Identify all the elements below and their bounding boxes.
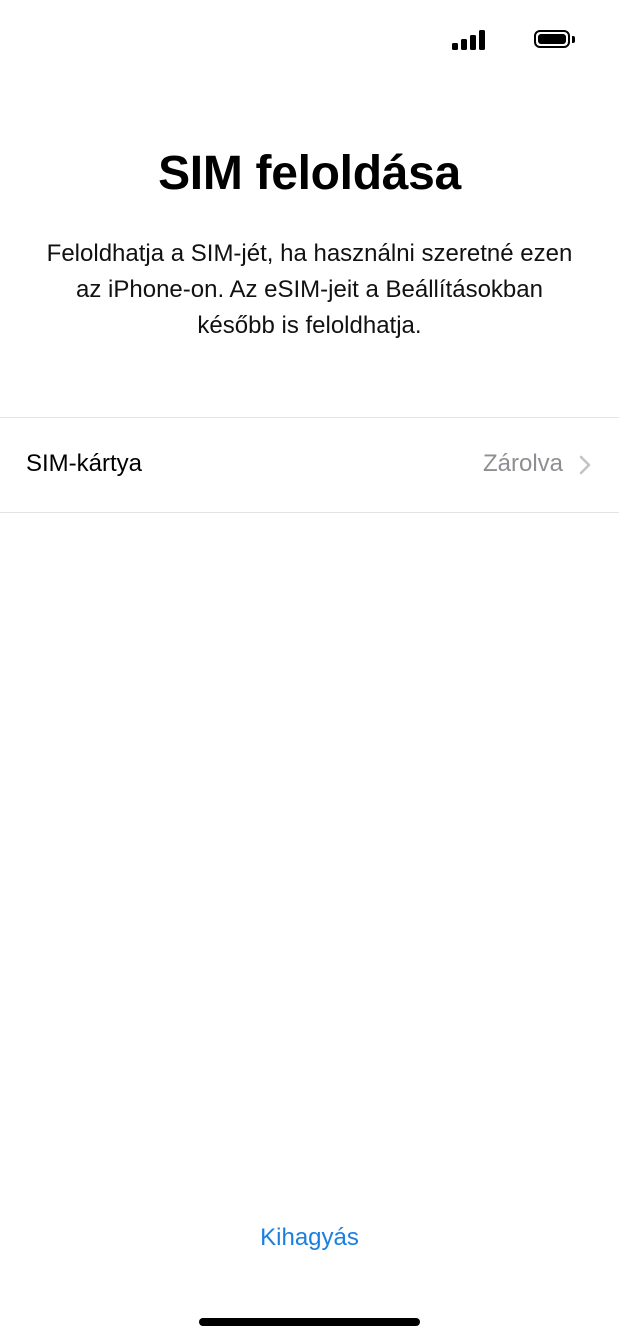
sim-card-row[interactable]: SIM-kártya Zárolva — [0, 418, 619, 512]
home-indicator[interactable] — [199, 1318, 420, 1326]
sim-status-value: Zárolva — [482, 450, 563, 477]
divider-bottom — [0, 512, 619, 513]
chevron-right-icon — [579, 455, 591, 475]
page-title: SIM feloldása — [158, 147, 461, 200]
cellular-signal-icon — [452, 30, 486, 50]
page-description: Feloldhatja a SIM-jét, ha használni szer… — [46, 240, 573, 339]
battery-full-icon — [534, 30, 578, 50]
sim-unlock-screen: SIM feloldása Feloldhatja a SIM-jét, ha … — [0, 0, 619, 1340]
sim-card-label: SIM-kártya — [26, 450, 143, 477]
status-bar — [0, 0, 619, 80]
skip-button[interactable]: Kihagyás — [0, 1224, 619, 1252]
